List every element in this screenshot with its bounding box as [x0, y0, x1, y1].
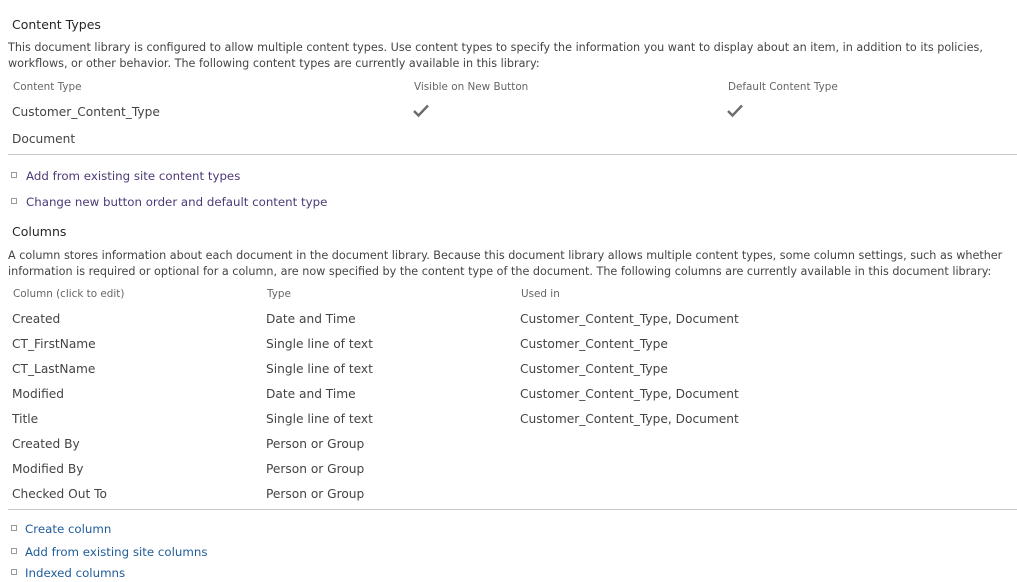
- columns-title: Columns: [12, 224, 67, 239]
- column-type: Person or Group: [266, 437, 365, 451]
- columns-divider: [8, 509, 1017, 510]
- column-link-ct-firstname[interactable]: CT_FirstName: [12, 337, 96, 351]
- bullet-icon: [11, 198, 17, 204]
- column-used-in: Customer_Content_Type, Document: [520, 312, 739, 326]
- column-link-ct-lastname[interactable]: CT_LastName: [12, 362, 95, 376]
- check-icon: [727, 104, 743, 118]
- column-used-in: Customer_Content_Type, Document: [520, 387, 739, 401]
- indexed-columns-link[interactable]: Indexed columns: [25, 566, 125, 580]
- column-name-header: Column (click to edit): [13, 288, 125, 300]
- add-existing-site-columns-link[interactable]: Add from existing site columns: [25, 545, 208, 559]
- content-type-link-customer[interactable]: Customer_Content_Type: [12, 105, 160, 119]
- column-type: Date and Time: [266, 312, 356, 326]
- add-existing-content-types-link[interactable]: Add from existing site content types: [26, 169, 240, 183]
- column-used-in: Customer_Content_Type: [520, 362, 668, 376]
- column-type: Person or Group: [266, 487, 365, 501]
- content-type-link-document[interactable]: Document: [12, 132, 75, 146]
- column-type: Single line of text: [266, 362, 373, 376]
- content-types-divider: [8, 154, 1017, 155]
- library-settings-page: Content Types This document library is c…: [0, 0, 1017, 580]
- column-link-created[interactable]: Created: [12, 312, 60, 326]
- column-used-in-header: Used in: [521, 288, 560, 300]
- column-link-title[interactable]: Title: [12, 412, 38, 426]
- visible-on-new-button-header: Visible on New Button: [414, 81, 529, 93]
- content-types-title: Content Types: [12, 17, 101, 32]
- default-content-type-header: Default Content Type: [728, 81, 838, 93]
- bullet-icon: [11, 569, 17, 575]
- column-used-in: Customer_Content_Type: [520, 337, 668, 351]
- columns-description: A column stores information about each d…: [8, 249, 1003, 278]
- column-type: Single line of text: [266, 337, 373, 351]
- bullet-icon: [11, 172, 17, 178]
- column-link-checked-out-to[interactable]: Checked Out To: [12, 487, 107, 501]
- column-type: Single line of text: [266, 412, 373, 426]
- bullet-icon: [11, 525, 17, 531]
- content-type-column-header: Content Type: [13, 81, 82, 93]
- column-link-modified-by[interactable]: Modified By: [12, 462, 83, 476]
- column-link-modified[interactable]: Modified: [12, 387, 64, 401]
- column-type: Date and Time: [266, 387, 356, 401]
- column-type-header: Type: [267, 288, 291, 300]
- column-type: Person or Group: [266, 462, 365, 476]
- content-types-description: This document library is configured to a…: [8, 41, 983, 70]
- check-icon: [413, 104, 429, 118]
- column-link-created-by[interactable]: Created By: [12, 437, 80, 451]
- column-used-in: Customer_Content_Type, Document: [520, 412, 739, 426]
- bullet-icon: [11, 548, 17, 554]
- create-column-link[interactable]: Create column: [25, 522, 111, 536]
- change-button-order-link[interactable]: Change new button order and default cont…: [26, 195, 327, 209]
